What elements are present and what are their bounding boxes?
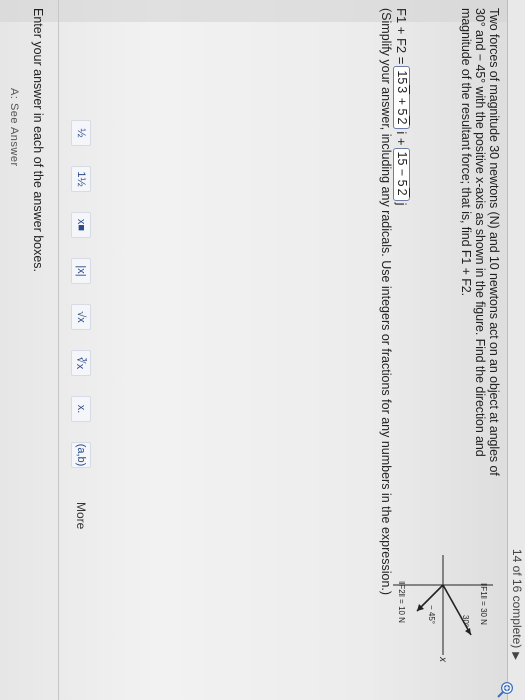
more-button[interactable]: More bbox=[74, 502, 88, 529]
nth-root-button[interactable]: ∛x bbox=[71, 350, 91, 376]
box2-coef: 15 − 5 bbox=[395, 151, 410, 187]
f2-magnitude: ‖F2‖ = 10 N bbox=[397, 581, 406, 623]
vector-f1 bbox=[442, 584, 472, 636]
sqrt-2-j: 2 bbox=[395, 187, 411, 197]
answer-lhs: F1 + F2 = bbox=[394, 8, 410, 65]
math-toolbar: ½ 1½ x■ |x| √x ∛x x. (a,b) More bbox=[70, 120, 92, 680]
mixed-number-button[interactable]: 1½ bbox=[71, 166, 91, 192]
sqrt-2: 2 bbox=[395, 116, 411, 126]
angle1-label: 30° bbox=[461, 615, 470, 627]
box1-mid: + 5 bbox=[395, 97, 410, 116]
divider bbox=[58, 0, 59, 700]
homework-page: 14 of 16 complete)▶ Two forces of magnit… bbox=[0, 0, 525, 700]
force-figure: 30° − 45° x ‖F1‖ = 30 N ‖F2‖ = 10 N bbox=[383, 545, 503, 685]
absolute-value-button[interactable]: |x| bbox=[71, 258, 91, 284]
sqrt-3: 3 bbox=[395, 85, 411, 95]
next-arrow-icon[interactable]: ▶ bbox=[510, 652, 521, 660]
instruction-text: Enter your answer in each of the answer … bbox=[31, 8, 45, 273]
i-unit: i + bbox=[394, 131, 410, 146]
decimal-button[interactable]: x. bbox=[71, 396, 91, 422]
top-bar: 14 of 16 complete)▶ bbox=[507, 0, 525, 700]
j-unit: j bbox=[394, 202, 410, 206]
angle2-label: − 45° bbox=[427, 605, 436, 624]
x-axis-label: x bbox=[437, 656, 448, 663]
page-edge bbox=[0, 0, 525, 22]
fraction-button[interactable]: ½ bbox=[71, 120, 91, 146]
see-answer-link[interactable]: A: See Answer bbox=[8, 88, 20, 167]
exponent-button[interactable]: x■ bbox=[71, 212, 91, 238]
force-diagram: 30° − 45° x ‖F1‖ = 30 N ‖F2‖ = 10 N bbox=[393, 555, 493, 663]
answer-hint: (Simplify your answer, including any rad… bbox=[379, 8, 393, 596]
answer-box-i[interactable]: 153 + 52 bbox=[393, 66, 411, 130]
answer-row: F1 + F2 = 153 + 52 i + 15 − 52 j bbox=[393, 8, 411, 205]
progress-status: 14 of 16 complete)▶ bbox=[510, 548, 524, 660]
f1-magnitude: ‖F1‖ = 30 N bbox=[479, 583, 488, 625]
question-text: Two forces of magnitude 30 newtons (N) a… bbox=[459, 8, 501, 476]
divider bbox=[507, 0, 508, 700]
answer-box-j[interactable]: 15 − 52 bbox=[393, 147, 411, 201]
photo-frame: 14 of 16 complete)▶ Two forces of magnit… bbox=[0, 0, 525, 700]
box1-coef: 15 bbox=[395, 70, 410, 85]
square-root-button[interactable]: √x bbox=[71, 304, 91, 330]
ordered-pair-button[interactable]: (a,b) bbox=[71, 442, 91, 468]
